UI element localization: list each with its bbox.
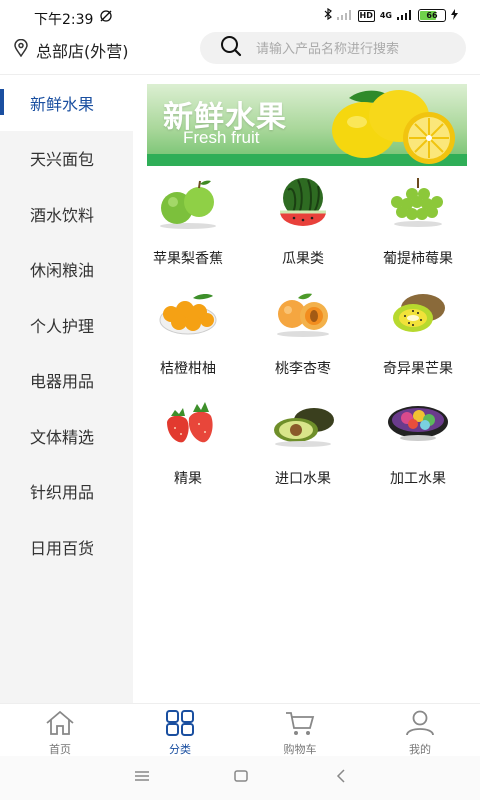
banner-subtitle: Fresh fruit	[183, 128, 260, 147]
header: 总部店(外营)	[0, 32, 480, 75]
signal-4g-label: 4G	[379, 11, 392, 20]
store-selector[interactable]: 总部店(外营)	[14, 38, 129, 62]
sync-icon	[98, 8, 114, 28]
subcategory-label: 进口水果	[275, 471, 331, 487]
sidebar-item-label: 酒水饮料	[30, 205, 95, 225]
user-icon	[404, 710, 436, 739]
subcategory-item[interactable]: 葡提柿莓果	[363, 172, 473, 272]
lemon-icon	[329, 86, 465, 166]
subcategory-item[interactable]: 苹果梨香蕉	[133, 172, 243, 272]
kiwi-icon	[363, 282, 473, 340]
status-bar: 下午2:39 HD 4G 66	[0, 0, 480, 32]
subcategory-item[interactable]: 精果	[133, 392, 243, 492]
tab-profile[interactable]: 我的	[360, 704, 480, 756]
strawberry-icon	[133, 392, 243, 450]
system-nav-bar	[0, 756, 480, 800]
subcategory-item[interactable]: 瓜果类	[248, 172, 358, 272]
status-time: 下午2:39	[34, 12, 94, 28]
cart-icon	[284, 710, 316, 739]
hd-badge: HD	[357, 9, 375, 22]
location-pin-icon	[14, 38, 28, 61]
subcategory-label: 桔橙柑柚	[160, 361, 216, 377]
home-button-icon[interactable]	[234, 768, 248, 787]
charging-icon	[451, 8, 458, 23]
subcategory-label: 苹果梨香蕉	[153, 251, 223, 267]
battery-indicator: 66	[418, 9, 446, 22]
back-icon[interactable]	[336, 768, 346, 787]
subcategory-label: 瓜果类	[282, 251, 324, 267]
tab-cart[interactable]: 购物车	[240, 704, 360, 756]
sidebar-item-label: 休闲粮油	[30, 261, 95, 281]
sidebar-item-label: 个人护理	[30, 316, 95, 336]
category-icon	[165, 710, 195, 739]
sidebar-item-appliances[interactable]: 电器用品	[0, 353, 133, 409]
search-box[interactable]	[200, 32, 466, 64]
subcategory-item[interactable]: 加工水果	[363, 392, 473, 492]
subcategory-item[interactable]: 奇异果芒果	[363, 282, 473, 382]
grape-icon	[363, 172, 473, 230]
search-icon	[220, 35, 242, 61]
search-input[interactable]	[254, 39, 448, 57]
category-sidebar: 新鲜水果 天兴面包 酒水饮料 休闲粮油 个人护理 电器用品 文体精选 针织用品 …	[0, 75, 133, 703]
apricot-icon	[248, 282, 358, 340]
sidebar-item-label: 日用百货	[30, 538, 95, 558]
signal-weak-icon	[336, 9, 353, 23]
tab-label: 分类	[169, 743, 191, 756]
sidebar-item-knitwear[interactable]: 针织用品	[0, 464, 133, 520]
sidebar-item-fresh-fruit[interactable]: 新鲜水果	[0, 75, 133, 131]
tab-label: 首页	[49, 743, 71, 756]
store-name: 总部店(外营)	[36, 42, 129, 61]
sidebar-item-bread[interactable]: 天兴面包	[0, 131, 133, 187]
fruit-bowl-icon	[363, 392, 473, 450]
sidebar-item-label: 天兴面包	[30, 150, 95, 170]
home-icon	[44, 710, 76, 739]
signal-icon	[397, 9, 413, 23]
subcategory-item[interactable]: 桃李杏枣	[248, 282, 358, 382]
sidebar-item-drinks[interactable]: 酒水饮料	[0, 186, 133, 242]
avocado-icon	[248, 392, 358, 450]
sidebar-item-stationery-sports[interactable]: 文体精选	[0, 408, 133, 464]
sidebar-item-label: 针织用品	[30, 483, 95, 503]
sidebar-item-personal-care[interactable]: 个人护理	[0, 297, 133, 353]
tab-home[interactable]: 首页	[0, 704, 120, 756]
sidebar-item-snacks-grain-oil[interactable]: 休闲粮油	[0, 242, 133, 298]
sidebar-item-label: 新鲜水果	[30, 94, 95, 114]
sidebar-item-daily-goods[interactable]: 日用百货	[0, 519, 133, 575]
subcategory-label: 奇异果芒果	[383, 361, 453, 377]
subcategory-label: 葡提柿莓果	[383, 251, 453, 267]
tab-label: 我的	[409, 743, 431, 756]
bluetooth-icon	[324, 7, 332, 23]
subcategory-label: 精果	[174, 471, 202, 487]
sidebar-item-label: 文体精选	[30, 427, 95, 447]
subcategory-item[interactable]: 进口水果	[248, 392, 358, 492]
battery-level: 66	[426, 11, 438, 20]
sidebar-item-label: 电器用品	[30, 372, 95, 392]
tab-category[interactable]: 分类	[120, 704, 240, 756]
subcategory-label: 桃李杏枣	[275, 361, 331, 377]
bottom-tab-bar: 首页 分类 购物车 我的	[0, 703, 480, 756]
orange-icon	[133, 282, 243, 340]
subcategory-item[interactable]: 桔橙柑柚	[133, 282, 243, 382]
watermelon-icon	[248, 172, 358, 230]
apple-icon	[133, 172, 243, 230]
tab-label: 购物车	[283, 743, 317, 756]
menu-icon[interactable]	[134, 768, 150, 787]
category-banner: 新鲜水果 Fresh fruit	[147, 84, 467, 166]
subcategory-label: 加工水果	[390, 471, 446, 487]
